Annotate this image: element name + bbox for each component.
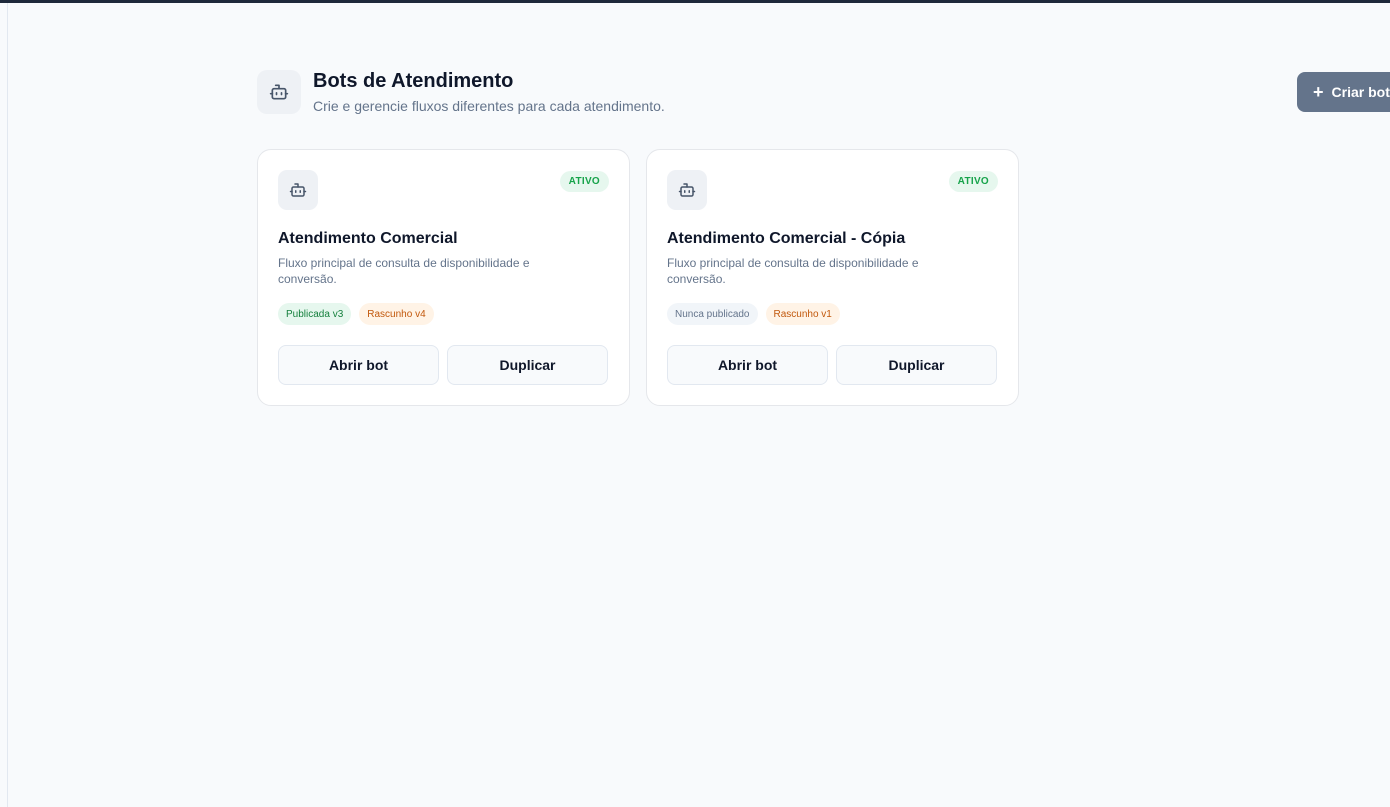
duplicate-button[interactable]: Duplicar	[447, 345, 608, 385]
open-bot-button[interactable]: Abrir bot	[667, 345, 828, 385]
duplicate-button[interactable]: Duplicar	[836, 345, 997, 385]
status-badge: ATIVO	[948, 171, 998, 192]
open-bot-button[interactable]: Abrir bot	[278, 345, 439, 385]
bot-icon	[667, 170, 707, 210]
bot-card: ATIVO Atendimento Comercial - Cópia Flux…	[646, 149, 1019, 406]
create-bot-label: Criar bot	[1331, 84, 1390, 100]
top-bar	[0, 0, 1390, 3]
version-tags: Publicada v3 Rascunho v4	[278, 303, 442, 325]
bot-icon	[278, 170, 318, 210]
page-subtitle: Crie e gerencie fluxos diferentes para c…	[313, 98, 665, 114]
plus-icon: +	[1313, 82, 1324, 102]
bot-icon	[257, 70, 301, 114]
card-actions: Abrir bot Duplicar	[278, 345, 616, 385]
bot-description: Fluxo principal de consulta de disponibi…	[278, 256, 530, 286]
bot-title: Atendimento Comercial	[278, 230, 458, 247]
bot-title: Atendimento Comercial - Cópia	[667, 230, 906, 247]
sidebar-rail	[0, 3, 8, 807]
version-tags: Nunca publicado Rascunho v1	[667, 303, 848, 325]
status-badge: ATIVO	[559, 171, 609, 192]
card-actions: Abrir bot Duplicar	[667, 345, 1005, 385]
unpublished-tag: Nunca publicado	[667, 303, 758, 325]
page-header: Bots de Atendimento Crie e gerencie flux…	[257, 70, 665, 115]
bot-card-list: ATIVO Atendimento Comercial Fluxo princi…	[257, 149, 1035, 406]
page-title: Bots de Atendimento	[313, 70, 514, 92]
draft-version-tag: Rascunho v4	[359, 303, 434, 325]
create-bot-button[interactable]: + Criar bot	[1297, 72, 1390, 112]
bot-card: ATIVO Atendimento Comercial Fluxo princi…	[257, 149, 630, 406]
bot-description: Fluxo principal de consulta de disponibi…	[667, 256, 919, 286]
draft-version-tag: Rascunho v1	[765, 303, 840, 325]
published-version-tag: Publicada v3	[278, 303, 352, 325]
